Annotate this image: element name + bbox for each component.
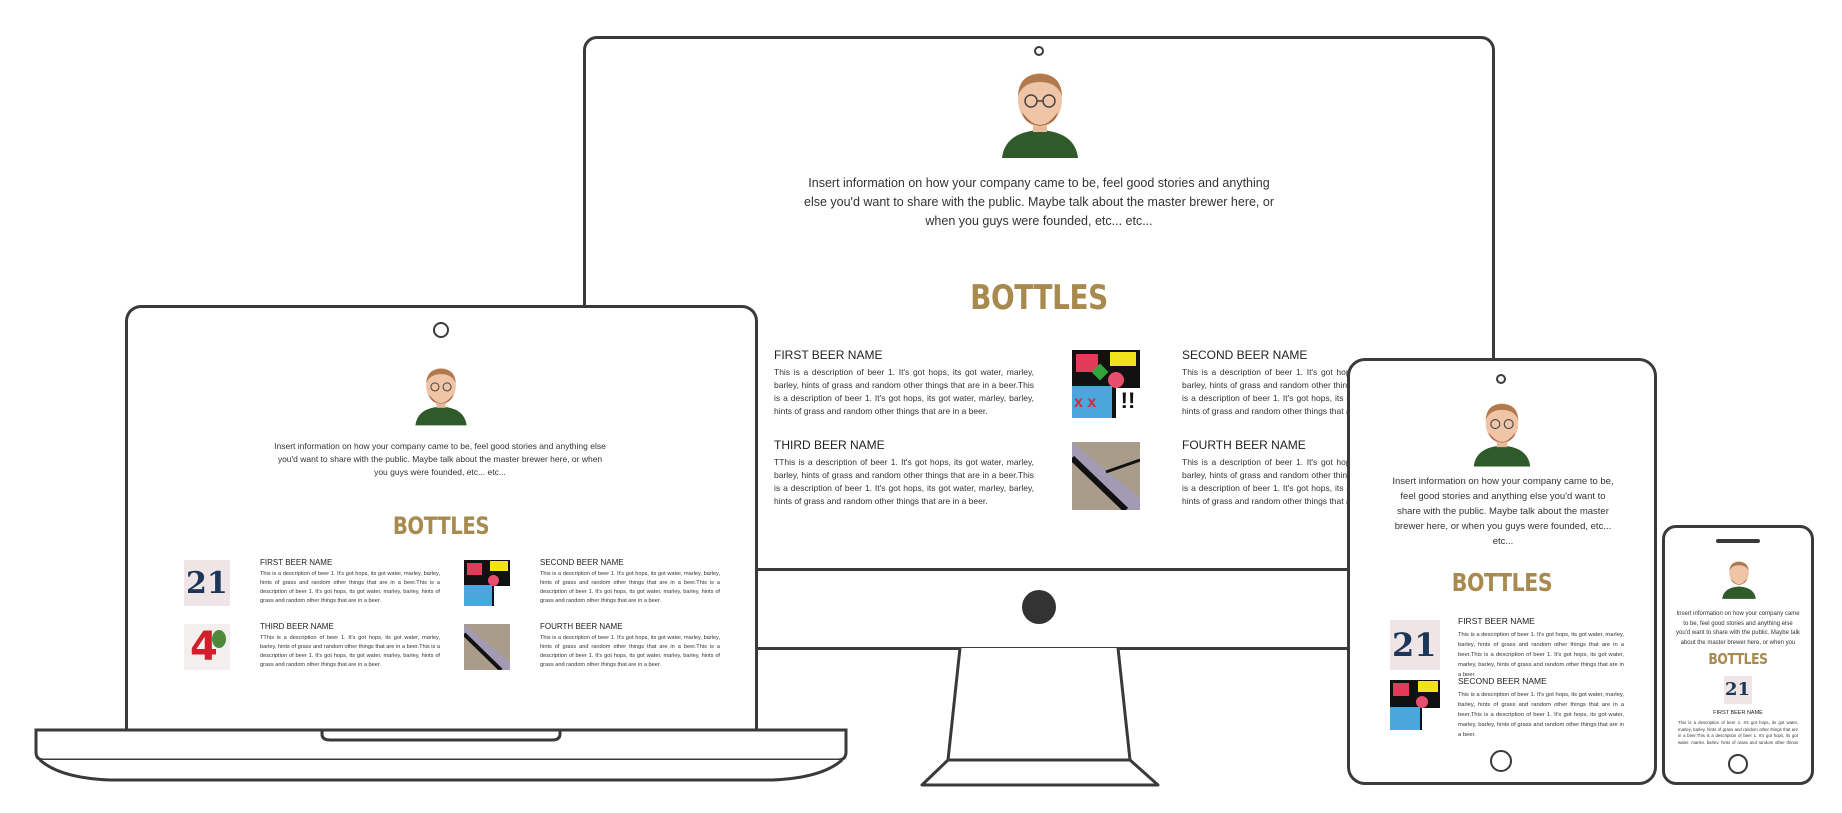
- beer-name-2: SECOND BEER NAME: [540, 558, 624, 567]
- laptop-screen: Insert information on how your company c…: [130, 344, 752, 728]
- beer-name-1: FIRST BEER NAME: [1713, 710, 1763, 716]
- bottles-heading: BOTTLES: [1451, 568, 1553, 597]
- beer-desc-4: This is a description of beer 1. It's go…: [540, 635, 720, 668]
- home-button-icon: [1728, 754, 1748, 774]
- beer-thumb-2: [464, 560, 510, 606]
- beer-desc-3: TThis is a description of beer 1. It's g…: [260, 635, 440, 668]
- thumb-21-label: 21: [1392, 626, 1437, 664]
- tablet-screen: Insert information on how your company c…: [1352, 390, 1652, 736]
- beer-thumb-1: 21: [1724, 676, 1752, 704]
- beer-desc-1: This is a description of beer 1. It's go…: [260, 571, 440, 604]
- beer-name-2: SECOND BEER NAME: [1458, 676, 1547, 686]
- beer-thumb-4: [464, 624, 510, 670]
- camera-icon: [1496, 374, 1506, 384]
- about-text: Insert information on how your company c…: [1392, 476, 1614, 547]
- beer-name-1: FIRST BEER NAME: [1458, 616, 1535, 626]
- bottles-heading: BOTTLES: [1708, 650, 1768, 668]
- avatar-icon: [1473, 403, 1531, 467]
- thumb-21-label: 21: [1725, 679, 1751, 700]
- thumb-21-label: 21: [186, 566, 228, 601]
- phone-speaker: [1716, 539, 1760, 543]
- about-text: Insert information on how your company c…: [1676, 611, 1800, 646]
- beer-desc-1: This is a description of beer 1. It's go…: [1458, 632, 1624, 678]
- beer-thumb-3: 4: [184, 624, 230, 670]
- avatar-icon: [1722, 561, 1756, 599]
- beer-name-3: THIRD BEER NAME: [260, 622, 334, 631]
- beer-name-1: FIRST BEER NAME: [260, 558, 333, 567]
- beer-thumb-1: 21: [184, 560, 230, 606]
- beer-desc-1: This is a description of beer 1. It's go…: [1678, 720, 1798, 744]
- beer-thumb-1: 21: [1390, 620, 1440, 670]
- phone-screen: Insert information on how your company c…: [1668, 550, 1808, 746]
- beer-desc-2: This is a description of beer 1. It's go…: [1458, 692, 1624, 736]
- home-button-icon: [1490, 750, 1512, 772]
- about-text: Insert information on how your company c…: [274, 441, 606, 477]
- bottles-heading: BOTTLES: [392, 512, 490, 540]
- avatar-icon: [415, 368, 467, 426]
- thumb-4-art: [464, 624, 510, 670]
- thumb-4-label: 4: [190, 624, 218, 670]
- beer-thumb-2: [1390, 680, 1440, 730]
- beer-name-4: FOURTH BEER NAME: [540, 622, 623, 631]
- beer-desc-2: This is a description of beer 1. It's go…: [540, 571, 720, 604]
